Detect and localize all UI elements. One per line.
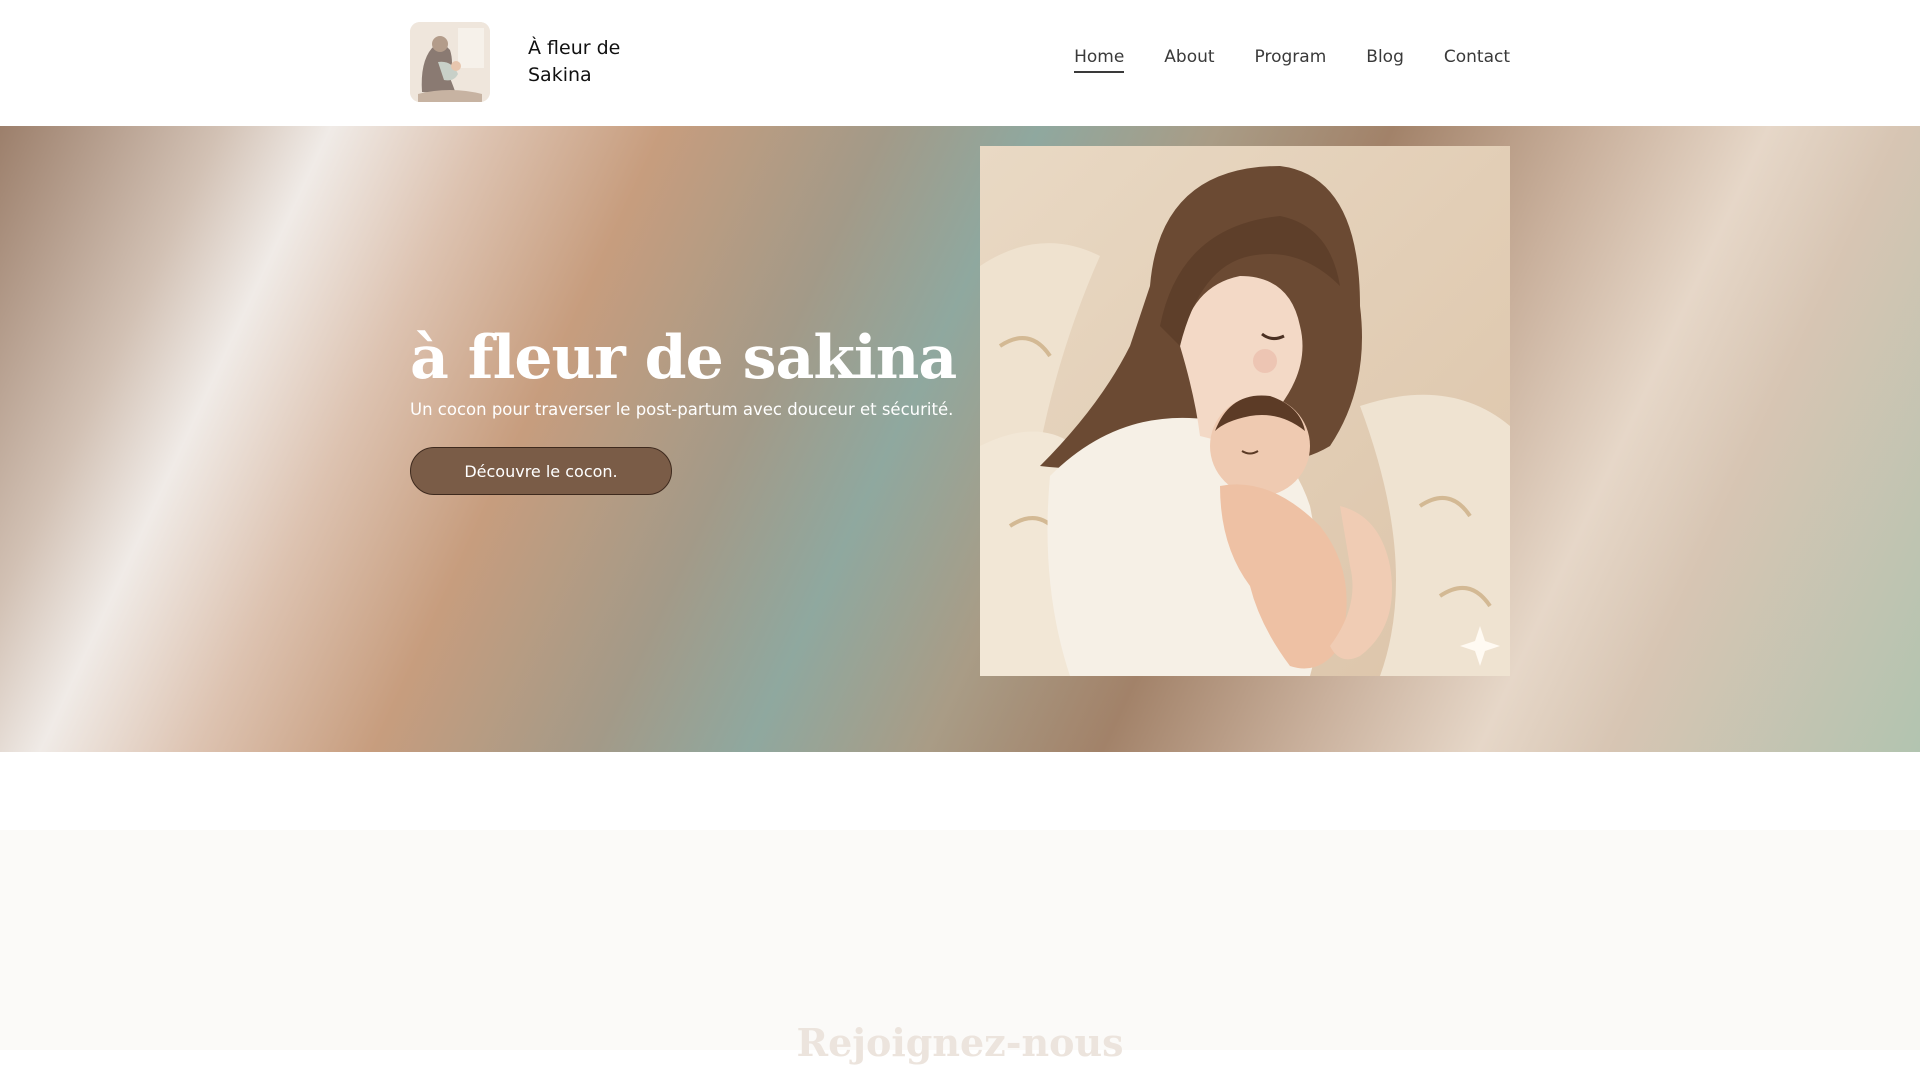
- nav-item-contact[interactable]: Contact: [1444, 48, 1510, 73]
- hero-section: à fleur de sakina Un cocon pour traverse…: [0, 126, 1920, 752]
- nav-item-about[interactable]: About: [1164, 48, 1214, 73]
- nav-item-program[interactable]: Program: [1255, 48, 1327, 73]
- mother-baby-illustration: [980, 146, 1510, 676]
- brand-link[interactable]: À fleur de Sakina: [410, 22, 638, 102]
- nav-item-blog[interactable]: Blog: [1366, 48, 1404, 73]
- hero-subtitle: Un cocon pour traverser le post-partum a…: [410, 400, 954, 419]
- discover-cocoon-button[interactable]: Découvre le cocon.: [410, 447, 672, 495]
- hero-title: à fleur de sakina: [410, 323, 957, 393]
- site-header: À fleur de Sakina Home About Program Blo…: [0, 0, 1920, 126]
- join-heading: Rejoignez-nous: [796, 1020, 1124, 1065]
- nav-item-home[interactable]: Home: [1074, 48, 1125, 73]
- join-section: [0, 830, 1920, 1050]
- main-nav: Home About Program Blog Contact: [1074, 48, 1510, 73]
- logo: [410, 22, 490, 102]
- brand-name: À fleur de Sakina: [528, 37, 621, 86]
